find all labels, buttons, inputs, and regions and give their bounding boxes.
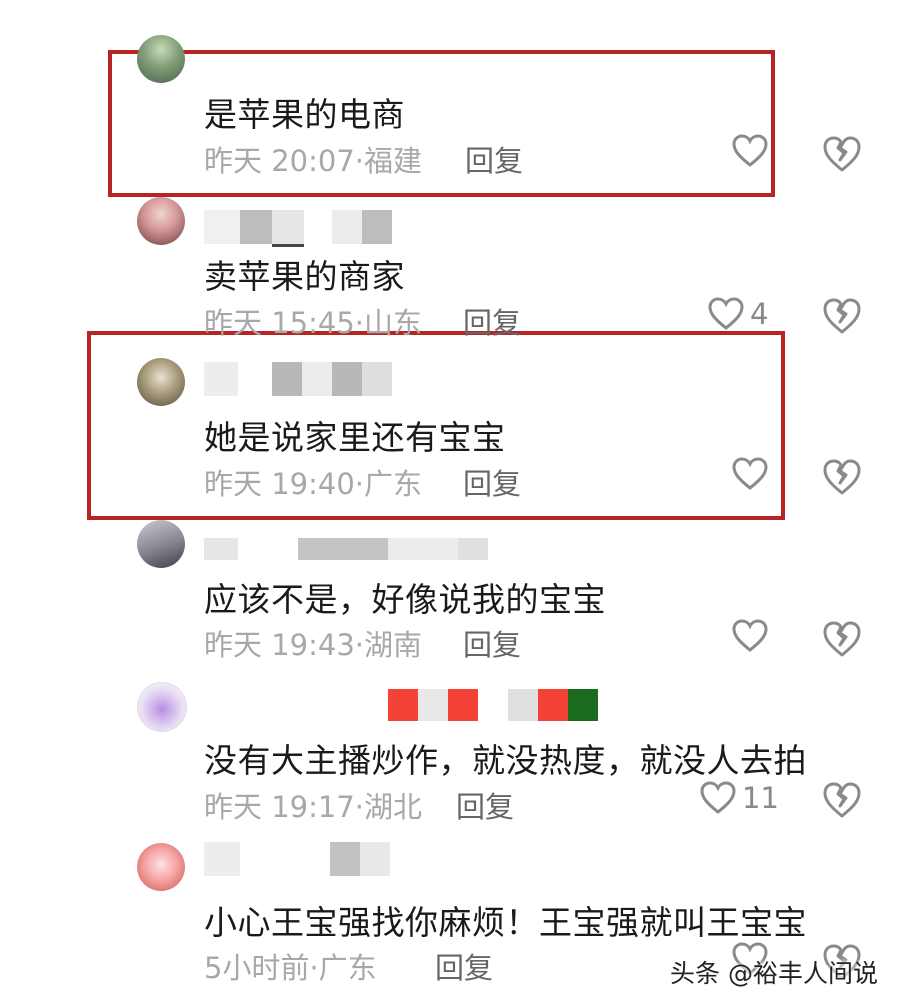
avatar[interactable] <box>137 520 185 568</box>
heart-icon <box>732 134 768 167</box>
broken-heart-icon[interactable] <box>822 780 862 820</box>
meta-separator: · <box>354 144 365 178</box>
like-count: 11 <box>742 781 779 815</box>
comment-meta: 昨天 15:45·山东 <box>204 300 422 342</box>
meta-separator: · <box>309 951 319 985</box>
comment-text: 小心王宝强找你麻烦！王宝强就叫王宝宝 <box>204 903 807 942</box>
comment-time: 昨天 15:45 <box>204 306 355 340</box>
comment-time: 昨天 19:40 <box>204 467 355 501</box>
heart-icon <box>700 781 736 814</box>
comment-location: 山东 <box>364 306 423 340</box>
username-redacted <box>204 842 390 876</box>
heart-icon <box>732 457 768 490</box>
comment-text: 她是说家里还有宝宝 <box>204 418 506 457</box>
like-button[interactable] <box>732 619 774 653</box>
comment-time: 5小时前 <box>204 951 310 985</box>
avatar[interactable] <box>137 843 185 891</box>
avatar[interactable] <box>137 35 185 83</box>
comment-meta: 昨天 19:43·湖南 <box>204 622 422 664</box>
meta-separator: · <box>354 467 365 501</box>
comment-meta: 昨天 19:40·广东 <box>204 461 422 503</box>
username-redacted <box>204 538 488 560</box>
comment-location: 广东 <box>318 951 377 985</box>
like-count: 4 <box>750 297 769 331</box>
avatar[interactable] <box>137 197 185 245</box>
reply-button[interactable]: 回复 <box>463 461 521 503</box>
like-button[interactable]: 4 <box>708 297 768 331</box>
comment-location: 广东 <box>364 467 423 501</box>
comment-location: 福建 <box>364 144 423 178</box>
username-redacted <box>388 689 598 721</box>
broken-heart-icon[interactable] <box>822 134 862 174</box>
comment-text: 是苹果的电商 <box>204 95 405 134</box>
heart-icon <box>708 297 744 330</box>
like-button[interactable] <box>732 134 774 168</box>
comment-text: 应该不是，好像说我的宝宝 <box>204 580 606 619</box>
reply-button[interactable]: 回复 <box>463 622 521 664</box>
comment-location: 湖南 <box>364 628 423 662</box>
username-redacted <box>204 210 392 247</box>
like-button[interactable] <box>732 457 774 491</box>
comment-text: 卖苹果的商家 <box>204 257 405 296</box>
broken-heart-icon[interactable] <box>822 296 862 336</box>
broken-heart-icon[interactable] <box>822 457 862 497</box>
comment-location: 湖北 <box>364 790 423 824</box>
comment-time: 昨天 20:07 <box>204 144 355 178</box>
comment-time: 昨天 19:17 <box>204 790 355 824</box>
reply-button[interactable]: 回复 <box>465 138 523 180</box>
avatar[interactable] <box>137 682 187 732</box>
meta-separator: · <box>354 628 365 662</box>
reply-button[interactable]: 回复 <box>463 300 521 342</box>
avatar[interactable] <box>137 358 185 406</box>
like-button[interactable]: 11 <box>700 781 779 815</box>
reply-button[interactable]: 回复 <box>456 784 514 826</box>
heart-icon <box>732 619 768 652</box>
broken-heart-icon[interactable] <box>822 619 862 659</box>
comment-text: 没有大主播炒作，就没热度，就没人去拍 <box>204 741 807 780</box>
comment-meta: 昨天 20:07·福建 <box>204 138 422 180</box>
comment-time: 昨天 19:43 <box>204 628 355 662</box>
meta-separator: · <box>354 306 365 340</box>
comment-meta: 昨天 19:17·湖北 <box>204 784 422 826</box>
watermark-text: 头条 @裕丰人间说 <box>670 959 878 988</box>
reply-button[interactable]: 回复 <box>435 945 493 987</box>
meta-separator: · <box>354 790 365 824</box>
username-redacted <box>204 362 392 396</box>
comment-meta: 5小时前·广东 <box>204 945 377 987</box>
